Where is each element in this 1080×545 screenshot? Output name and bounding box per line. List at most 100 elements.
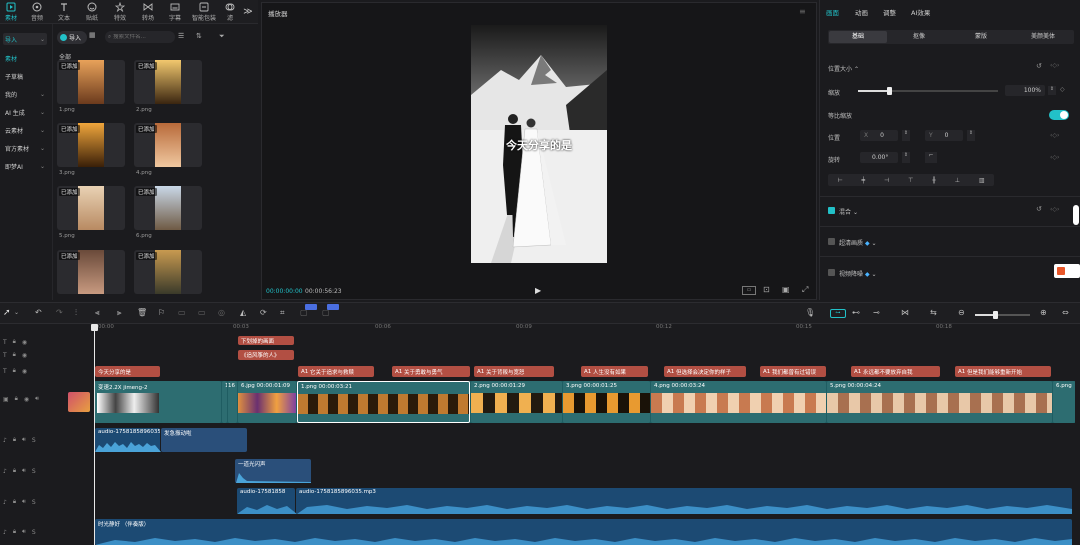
playhead-handle[interactable] [91,324,98,331]
subtab-basic[interactable]: 基础 [829,31,887,43]
split-right-icon[interactable]: ⫸ [117,308,122,318]
fit-timeline-icon[interactable]: ⇔ [1062,308,1069,317]
snap-icon[interactable]: ⊸ [873,308,880,317]
rotate-icon[interactable]: ⟳ [260,308,267,317]
tool-smart-pack[interactable]: 智能包装 [191,0,217,24]
subtitle-clip[interactable]: A1 它关于追求与救赎 [298,366,374,377]
playhead[interactable] [94,324,95,545]
eye-icon[interactable]: ◉ [22,352,27,359]
video-clip[interactable]: 2.png 00:00:01:29 [471,381,562,423]
reset-icon[interactable]: ↺ [1036,205,1042,213]
import-button[interactable]: 导入 [57,31,87,44]
subtitle-clip[interactable]: A1 我们都曾有过错误 [760,366,826,377]
nav-import[interactable]: 导入 ⌄ [3,33,47,45]
subtab-mask[interactable]: 蒙版 [952,31,1010,43]
align-left-icon[interactable]: ⊢ [837,177,842,184]
rotate-field[interactable]: 0.00° [860,152,898,163]
zoom-out-icon[interactable]: ⊖ [958,308,965,317]
preview-axis-icon[interactable]: ⊷ [852,308,860,317]
subtitle-clip[interactable]: A1 永远都不要放弃自我 [851,366,940,377]
subtitle-clip[interactable]: A1 关于背叛与宽恕 [474,366,554,377]
lock-icon[interactable]: 🔒︎ [13,436,16,444]
solo-icon[interactable]: S [32,468,36,475]
sort-icon[interactable]: ⇅ [196,32,202,40]
subtitle-clip[interactable]: 今天分享的是 [95,366,160,377]
media-thumb-4[interactable]: 已添加 [134,123,202,167]
subtitle-clip[interactable]: A1 人生没有如果 [581,366,648,377]
tool-transition[interactable]: 转场 [139,0,157,24]
position-x-field[interactable]: X0 [860,130,898,141]
crop-icon[interactable]: ⌗ [280,308,285,318]
timeline-ruler[interactable]: 00:00 00:03 00:06 00:09 00:12 00:15 00:1… [90,324,1080,335]
media-thumb-3[interactable]: 已添加 [57,123,125,167]
solo-icon[interactable]: S [32,529,36,536]
nav-item-mine[interactable]: 我的 ⌄ [3,88,47,100]
blend-checkbox[interactable] [828,207,835,214]
marker-icon[interactable]: ⚐ [158,308,165,317]
search-input[interactable] [113,34,168,40]
text-clip[interactable]: 下划掉的画面 [238,336,294,345]
lock-icon[interactable]: 🔒︎ [15,395,18,403]
stepper-icon[interactable]: ⇕ [902,130,910,141]
volume-icon[interactable]: 🔊︎ [22,528,26,536]
menu-icon[interactable]: ≡ [799,7,806,16]
zoom-slider[interactable] [975,311,1030,319]
subtitle-clip[interactable]: A1 但选择会决定你的样子 [664,366,746,377]
tab-animation[interactable]: 动画 [855,7,868,17]
zoom-in-icon[interactable]: ⊕ [1040,308,1047,317]
align-right-icon[interactable]: ⊣ [884,177,889,184]
lock-icon[interactable]: 🔒︎ [13,338,16,346]
lock-icon[interactable]: 🔒︎ [13,351,16,359]
tool-audio[interactable]: 音频 [28,0,46,24]
align-top-icon[interactable]: ⊤ [908,177,913,184]
video-preview[interactable]: 今天分享的是 [471,25,607,263]
scale-slider-handle[interactable] [886,87,892,95]
fit-icon[interactable]: ⊡ [763,285,770,294]
cover-thumbnail[interactable] [68,392,90,412]
section-position-size[interactable]: 位置大小 ⌃ [828,64,859,73]
grid-view-icon[interactable]: ▦ [89,31,100,43]
compare-icon[interactable]: ▣ [782,285,790,294]
media-thumb-7[interactable]: 已添加 [57,250,125,294]
redo-icon[interactable]: ↷ [56,308,63,317]
eye-icon[interactable]: ◉ [22,368,27,375]
align-bottom-icon[interactable]: ⊥ [955,177,960,184]
nav-item-jimeng[interactable]: 即梦AI ⌄ [3,160,47,172]
video-clip[interactable]: 5.png 00:00:04:24 [827,381,1052,423]
volume-icon[interactable]: 🔊︎ [22,498,26,506]
stepper-icon[interactable]: ⇕ [1048,86,1056,95]
solo-icon[interactable]: S [32,499,36,506]
video-clip-selected[interactable]: 1.png 00:00:03:21 [297,381,470,423]
mirror-icon[interactable]: ◭ [240,308,246,317]
stepper-icon[interactable]: ⇕ [967,130,975,141]
position-y-field[interactable]: Y0 [925,130,963,141]
chevron-down-icon[interactable]: ⌄ [14,309,19,316]
undo-icon[interactable]: ↶ [35,308,42,317]
media-thumb-6[interactable]: 已添加 [134,186,202,230]
rotate-flip-button[interactable]: ⌐ [925,152,937,163]
split-left-icon[interactable]: ⫷ [95,308,100,318]
list-view-icon[interactable]: ☰ [178,32,184,40]
distribute-icon[interactable]: ▥ [979,177,985,184]
delete-icon[interactable]: 🗑 [137,308,147,317]
video-clip[interactable]: 1 [222,381,227,423]
media-thumb-8[interactable]: 已添加 [134,250,202,294]
video-clip[interactable]: 3.png 00:00:01:25 [563,381,650,423]
lock-icon[interactable]: 🔒︎ [13,498,16,506]
floating-widget[interactable] [1054,264,1080,278]
eye-icon[interactable]: ◉ [24,396,29,403]
align-vcenter-icon[interactable]: ╫ [932,177,936,184]
scale-value-field[interactable]: 100% [1005,85,1045,96]
superres-checkbox[interactable] [828,238,835,245]
filter-funnel-icon[interactable]: ⏷ [219,32,225,41]
nav-item-cloud[interactable]: 云素材 ⌄ [3,124,47,136]
tab-adjust[interactable]: 调整 [883,7,896,17]
media-thumb-1[interactable]: 已添加 [57,60,125,104]
toolbar-more-button[interactable]: ≫ [242,0,254,24]
mute-icon[interactable]: 🔊︎ [35,395,39,403]
tool-filter[interactable]: 滤 [223,0,237,24]
ratio-button[interactable]: ▭ [742,286,756,295]
keyframe-nav-icon[interactable]: ‹◇› [1050,132,1059,139]
reset-icon[interactable]: ↺ [1036,62,1042,70]
tool-text[interactable]: 文本 [55,0,73,24]
